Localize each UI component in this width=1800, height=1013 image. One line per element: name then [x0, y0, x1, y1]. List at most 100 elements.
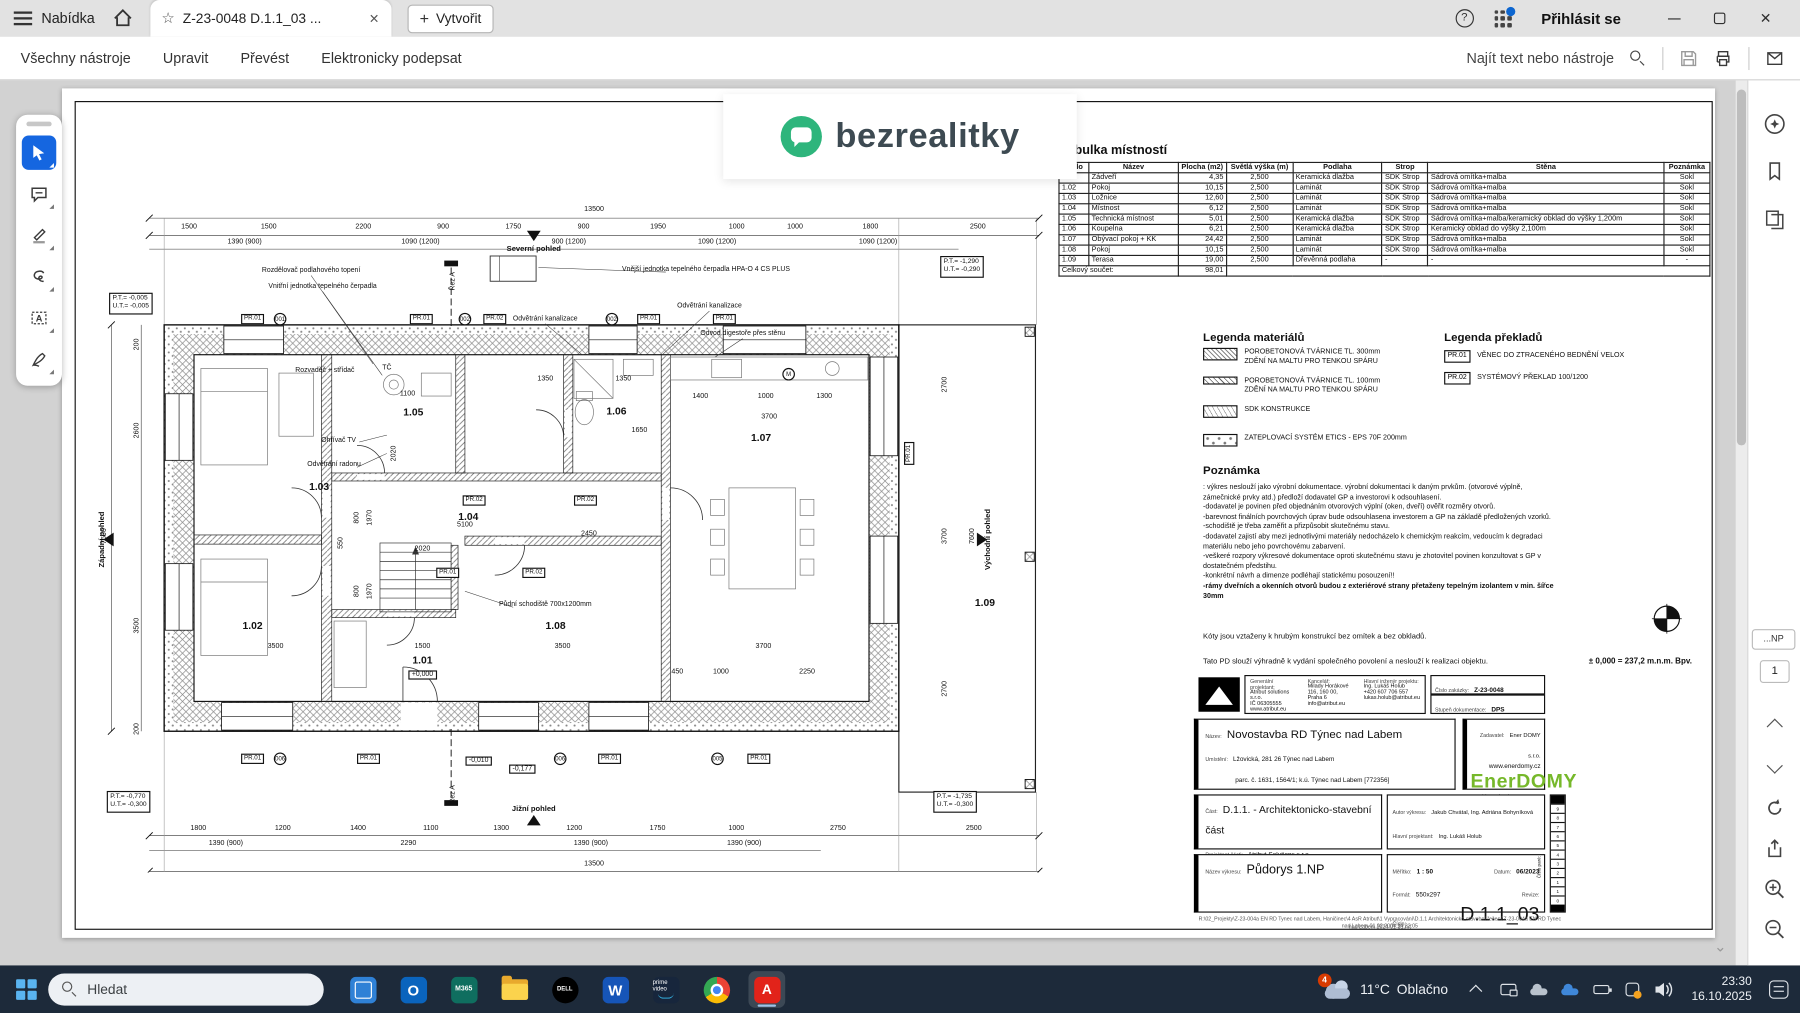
- battery-icon[interactable]: [1592, 979, 1613, 1000]
- draw-tool[interactable]: [22, 259, 56, 293]
- taskbar-app-word[interactable]: W: [597, 971, 634, 1008]
- bezrealitky-watermark: bezrealitky: [723, 94, 1077, 180]
- taskbar-clock[interactable]: 23:30 16.10.2025: [1691, 975, 1751, 1005]
- taskbar-app-dell[interactable]: DELL: [546, 971, 583, 1008]
- weather-widget[interactable]: 4 11°C Oblačno: [1317, 973, 1448, 999]
- plan-label: 2700: [940, 376, 949, 393]
- plan-label: Rozvaděč + střídač: [295, 367, 355, 375]
- document-tab[interactable]: ☆ Z-23-0048 D.1.1_03 ... ✕: [149, 0, 391, 37]
- sign-in-button[interactable]: Přihlásit se: [1541, 10, 1621, 27]
- legend-materials-title: Legenda materiálů: [1203, 331, 1305, 345]
- cursor-icon: [33, 145, 45, 161]
- notification-center-icon[interactable]: [1769, 980, 1789, 999]
- next-page-chevron-icon[interactable]: [1766, 757, 1783, 774]
- minimize-button[interactable]: [1651, 0, 1697, 37]
- plan-label: PR.01: [712, 313, 736, 325]
- help-icon[interactable]: ?: [1455, 9, 1474, 28]
- taskbar-app-acrobat[interactable]: A: [748, 971, 786, 1008]
- taskbar-search[interactable]: Hledat: [48, 973, 324, 1006]
- scroll-down-chevron-icon[interactable]: ⌄: [1714, 938, 1727, 956]
- previous-page-chevron-icon[interactable]: [1766, 718, 1783, 735]
- floor-plan: 13500 1500 1500 2200 900 1750 900 1950 1000 1000 1…: [86, 109, 1056, 873]
- star-icon[interactable]: ☆: [161, 9, 174, 27]
- app-window-icon: [349, 976, 376, 1003]
- enerdomy-logo: EnerDOMY: [1470, 770, 1578, 793]
- speaker-icon[interactable]: [1654, 979, 1675, 1000]
- plan-label: +0,000: [408, 670, 437, 680]
- text-box-tool[interactable]: A: [22, 301, 56, 335]
- svg-text:A: A: [36, 313, 43, 323]
- remote-session-icon[interactable]: [1623, 979, 1644, 1000]
- table-row: 1.09 Terasa 19,00 2,500 Dřevěnná podlaha - - -: [1058, 254, 1711, 267]
- menu-icon[interactable]: [13, 11, 33, 26]
- apps-grid-icon[interactable]: [1494, 6, 1515, 27]
- hidden-icons-chevron[interactable]: [1468, 979, 1489, 1000]
- room-label: 1.02: [242, 619, 263, 632]
- legend-lintel-item: PR.01 VĚNEC DO ZTRACENÉHO BEDNĚNÍ VELOX: [1444, 350, 1624, 363]
- plan-label: PR.02: [522, 567, 546, 578]
- taskbar-app-primevideo[interactable]: prime video: [647, 971, 684, 1008]
- export-page-icon[interactable]: [1764, 838, 1785, 859]
- room-label: 1.01: [412, 654, 433, 666]
- divider: [1662, 46, 1664, 70]
- comment-tool[interactable]: [22, 177, 56, 211]
- create-button[interactable]: + Vytvořit: [407, 4, 494, 33]
- plan-label: 800: [352, 511, 362, 524]
- highlight-tool[interactable]: [22, 218, 56, 252]
- scrollbar-thumb[interactable]: [1736, 89, 1747, 446]
- close-button[interactable]: ✕: [1743, 0, 1789, 37]
- legend-material-item: SDK KONSTRUKCE: [1203, 405, 1310, 418]
- pare-label: Číslo paré:: [1535, 855, 1542, 879]
- save-icon[interactable]: [1679, 49, 1697, 67]
- start-button[interactable]: [16, 979, 37, 1000]
- taskbar-app-window[interactable]: [344, 971, 381, 1008]
- home-icon[interactable]: [111, 7, 134, 30]
- outlook-icon: O: [400, 976, 427, 1003]
- cast-icon[interactable]: [1499, 979, 1520, 1000]
- taskbar-app-explorer[interactable]: [496, 971, 533, 1008]
- onedrive-gray-cloud-icon[interactable]: [1530, 979, 1551, 1000]
- menu-edit[interactable]: Upravit: [163, 50, 208, 66]
- page-thumbnails-icon[interactable]: [1764, 209, 1785, 230]
- tab-close-icon[interactable]: ✕: [369, 11, 380, 26]
- weather-badge: 4: [1317, 973, 1332, 988]
- print-icon[interactable]: [1714, 49, 1732, 67]
- select-tool[interactable]: [21, 135, 57, 170]
- find-text-button[interactable]: Najít text nebo nástroje: [1466, 50, 1614, 66]
- table-header: Strop: [1381, 161, 1429, 174]
- plan-label: 2020: [414, 544, 431, 553]
- maximize-button[interactable]: [1697, 0, 1743, 37]
- plan-label: -0,010: [465, 756, 492, 766]
- panel-drag-handle[interactable]: [26, 121, 52, 127]
- menu-esign[interactable]: Elektronicky podepsat: [321, 50, 461, 66]
- zoom-out-icon[interactable]: [1763, 918, 1785, 940]
- dimension-row: 1800 1200 1400 1100 1300 1200 1750 1000 2750 2500: [190, 824, 982, 833]
- plan-label: Odvětrání kanalizace: [677, 303, 742, 310]
- room-label: 1.05: [403, 406, 424, 418]
- page-number-indicator[interactable]: 1: [1759, 660, 1790, 684]
- plan-label: 3500: [132, 617, 141, 634]
- taskbar-app-outlook[interactable]: O: [395, 971, 432, 1008]
- table-row: 1.06 Koupelna 6,21 2,500 Keramická dlažba SDK…: [1058, 223, 1711, 236]
- collapsed-panel-tab[interactable]: ...NP: [1751, 629, 1796, 650]
- pdf-page[interactable]: bezrealitky 13500 1500 1500 2200 900 175…: [61, 88, 1716, 938]
- menu-all-tools[interactable]: Všechny nástroje: [21, 50, 131, 66]
- ai-assistant-icon[interactable]: [1763, 113, 1786, 136]
- plan-label: PR.01: [904, 441, 915, 465]
- menu-button[interactable]: Nabídka: [41, 10, 94, 26]
- acrobat-toolbar: Všechny nástroje Upravit Převést Elektro…: [0, 36, 1800, 81]
- menu-convert[interactable]: Převést: [240, 50, 289, 66]
- taskbar-app-m365[interactable]: M365: [445, 971, 482, 1008]
- search-icon[interactable]: [1630, 49, 1646, 66]
- email-icon[interactable]: [1766, 49, 1784, 67]
- taskbar-app-chrome[interactable]: [698, 971, 735, 1008]
- document-area: bezrealitky 13500 1500 1500 2200 900 175…: [0, 80, 1800, 966]
- vertical-scrollbar[interactable]: [1735, 80, 1748, 966]
- sign-tool[interactable]: [22, 342, 56, 376]
- chrome-icon: [703, 976, 730, 1003]
- rotate-page-icon[interactable]: [1764, 798, 1785, 819]
- onedrive-blue-cloud-icon[interactable]: [1561, 979, 1582, 1000]
- zoom-in-icon[interactable]: [1763, 878, 1785, 900]
- titleblock-project: Název: Novostavba RD Týnec nad Labem Umí…: [1193, 718, 1456, 825]
- bookmarks-icon[interactable]: [1764, 161, 1785, 182]
